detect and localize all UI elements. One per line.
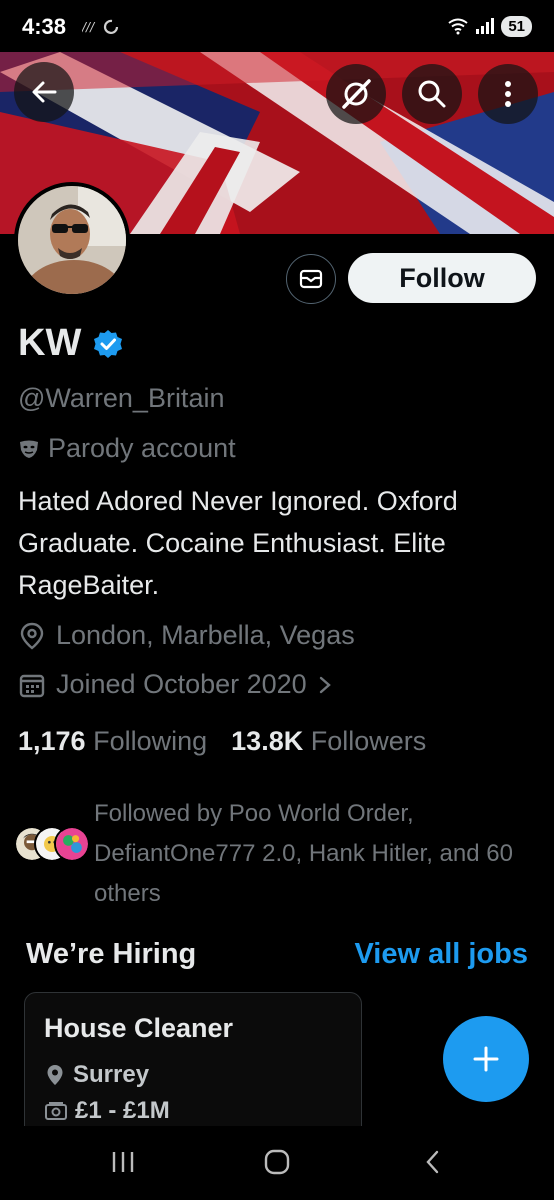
search-button[interactable]	[402, 64, 462, 124]
profile-location: London, Marbella, Vegas	[18, 620, 355, 651]
signal-icon	[476, 18, 495, 34]
home-icon	[264, 1149, 290, 1175]
plus-icon	[473, 1046, 499, 1072]
parody-text: Parody account	[48, 433, 236, 463]
grok-icon	[342, 79, 371, 109]
money-icon	[45, 1102, 67, 1120]
following-link[interactable]: 1,176 Following	[18, 726, 207, 757]
job-card[interactable]: House Cleaner Surrey £1 - £1M	[24, 992, 362, 1142]
status-right: 51	[447, 14, 532, 38]
back-arrow-icon	[32, 81, 57, 103]
display-name-text: KW	[18, 322, 82, 364]
system-back-button[interactable]	[413, 1146, 453, 1178]
mask-icon	[20, 440, 38, 458]
display-name: KW	[18, 322, 123, 365]
status-time: 4:38	[22, 14, 67, 39]
profile-avatar[interactable]	[14, 182, 130, 298]
recent-apps-button[interactable]	[103, 1146, 143, 1178]
system-nav-bar	[0, 1126, 554, 1200]
more-button[interactable]	[478, 64, 538, 124]
grok-button[interactable]	[326, 64, 386, 124]
chevron-left-icon	[426, 1150, 439, 1174]
battery-icon: 51	[501, 15, 532, 37]
back-button[interactable]	[14, 62, 74, 122]
message-button[interactable]	[286, 254, 336, 304]
follow-stats: 1,176 Following 13.8K Followers	[18, 726, 426, 757]
compose-fab-button[interactable]	[443, 1016, 529, 1102]
profile-bio: Hated Adored Never Ignored. Oxford Gradu…	[18, 486, 458, 600]
following-count: 1,176	[18, 726, 86, 756]
home-button[interactable]	[257, 1146, 297, 1178]
verified-badge-icon[interactable]	[93, 329, 123, 359]
calendar-icon	[19, 674, 45, 697]
notification-icons: ///	[81, 16, 122, 36]
joined-text: Joined October 2020	[56, 669, 307, 699]
status-bar: 4:38 /// 51	[0, 0, 554, 52]
view-all-jobs-link[interactable]: View all jobs	[354, 938, 528, 971]
followers-link[interactable]: 13.8K Followers	[231, 726, 426, 757]
hiring-title: We’re Hiring	[26, 938, 197, 970]
location-pin-icon	[47, 1065, 63, 1085]
followers-count: 13.8K	[231, 726, 304, 756]
parody-label: Parody account	[18, 433, 236, 464]
following-label: Following	[93, 726, 208, 756]
job-location: Surrey	[45, 1061, 149, 1089]
location-text: London, Marbella, Vegas	[56, 620, 355, 650]
job-pay-text: £1 - £1M	[75, 1097, 170, 1124]
followed-by-text: Followed by Poo World Order, DefiantOne7…	[94, 800, 513, 907]
follower-avatar	[54, 826, 90, 862]
more-vertical-icon	[505, 81, 511, 107]
followed-by[interactable]: Followed by Poo World Order, DefiantOne7…	[14, 794, 544, 907]
job-location-text: Surrey	[73, 1061, 150, 1088]
location-pin-icon	[20, 622, 44, 650]
job-title: House Cleaner	[44, 1013, 234, 1043]
follow-button[interactable]: Follow	[348, 253, 536, 303]
job-pay: £1 - £1M	[45, 1097, 170, 1125]
search-icon	[418, 80, 446, 108]
recent-apps-icon	[112, 1152, 134, 1172]
profile-joined[interactable]: Joined October 2020	[18, 669, 333, 700]
followers-label: Followers	[310, 726, 427, 756]
wifi-icon	[448, 18, 468, 35]
chevron-right-icon	[319, 676, 331, 693]
svg-text:///: ///	[82, 20, 96, 34]
mail-icon	[299, 269, 323, 289]
profile-handle: @Warren_Britain	[18, 383, 225, 413]
followed-by-avatars	[14, 826, 94, 862]
